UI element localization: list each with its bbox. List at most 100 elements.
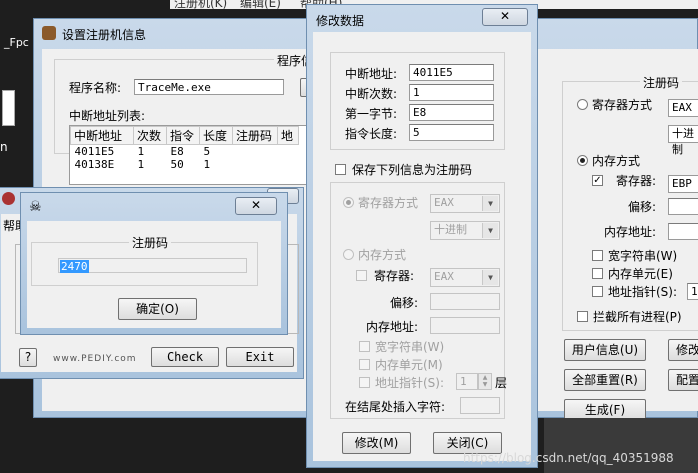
mem-addr-field[interactable] bbox=[668, 223, 698, 240]
column-header[interactable]: 指令 bbox=[166, 126, 200, 145]
cell: 1 bbox=[137, 145, 145, 158]
mem-addr-label: 内存地址: bbox=[604, 225, 657, 239]
traceme-icon bbox=[2, 192, 15, 205]
cell: 1 bbox=[203, 158, 211, 171]
instr-len-label: 指令长度: bbox=[345, 127, 398, 141]
desktop-icon-label[interactable]: _Fpc bbox=[4, 36, 29, 49]
mem-register-combo[interactable]: EBP bbox=[668, 175, 698, 193]
mem-cell-checkbox[interactable] bbox=[359, 359, 370, 370]
insert-char-field[interactable] bbox=[460, 397, 500, 414]
cell bbox=[233, 145, 278, 159]
pointer-label: 地址指针(S): bbox=[608, 285, 678, 299]
reg-code-title: 注册码 bbox=[129, 234, 172, 251]
modify-button[interactable]: 修改 bbox=[668, 339, 698, 361]
register-combo[interactable]: EAX ▼ bbox=[430, 194, 500, 213]
bg-menu-item[interactable]: 注册机(K) bbox=[174, 0, 227, 9]
column-header[interactable]: 次数 bbox=[133, 126, 167, 145]
mem-cell-label: 内存单元(M) bbox=[375, 358, 443, 372]
mem-register-combo[interactable]: EAX ▼ bbox=[430, 268, 500, 287]
reg-code-field[interactable]: 2470 bbox=[58, 258, 247, 273]
exit-button[interactable]: Exit bbox=[226, 347, 294, 367]
break-count-label: 中断次数: bbox=[345, 87, 398, 101]
break-addr-label: 中断地址: bbox=[345, 67, 398, 81]
offset-label: 偏移: bbox=[390, 296, 419, 310]
offset-field[interactable] bbox=[430, 293, 500, 310]
column-header[interactable]: 地 bbox=[277, 126, 299, 145]
program-name-field[interactable]: TraceMe.exe bbox=[134, 79, 284, 95]
wide-string-label: 宽字符串(W) bbox=[608, 249, 678, 263]
cell bbox=[233, 158, 278, 171]
reset-all-button[interactable]: 全部重置(R) bbox=[564, 369, 646, 391]
register-combo[interactable]: EAX bbox=[668, 99, 698, 117]
help-button[interactable]: ? bbox=[19, 348, 37, 367]
reg-code-group-title: 注册码 bbox=[640, 74, 683, 91]
user-info-button[interactable]: 用户信息(U) bbox=[564, 339, 646, 361]
wide-string-label: 宽字符串(W) bbox=[375, 340, 445, 354]
register-checkbox[interactable] bbox=[356, 270, 367, 281]
save-as-reg-checkbox[interactable] bbox=[335, 164, 346, 175]
window-title: 设置注册机信息 bbox=[62, 28, 147, 42]
pointer-checkbox[interactable] bbox=[592, 286, 603, 297]
break-list[interactable]: 中断地址 次数 指令 长度 注册码 地 4011E5 1 E8 5 40138E bbox=[69, 125, 316, 185]
cell: 40138E bbox=[74, 158, 115, 171]
table-row[interactable]: 4011E5 1 E8 5 bbox=[71, 145, 299, 159]
register-checkbox[interactable]: ✓ bbox=[592, 175, 603, 186]
format-combo[interactable]: 十进制 ▼ bbox=[430, 221, 500, 240]
instr-len-field[interactable]: 5 bbox=[409, 124, 494, 141]
reg-dialog-close-button[interactable]: ✕ bbox=[235, 197, 277, 215]
memory-mode-radio[interactable] bbox=[577, 155, 588, 166]
table-row[interactable]: 40138E 1 50 1 bbox=[71, 158, 299, 171]
register-checkbox-label: 寄存器: bbox=[374, 269, 415, 283]
break-list-table: 中断地址 次数 指令 长度 注册码 地 4011E5 1 E8 5 40138E bbox=[70, 126, 299, 171]
layer-label: 层 bbox=[495, 376, 508, 390]
csdn-watermark: https://blog.csdn.net/qq_40351988 bbox=[463, 451, 674, 465]
offset-field[interactable] bbox=[668, 198, 698, 215]
column-header[interactable]: 注册码 bbox=[232, 126, 278, 145]
pointer-spinner[interactable]: ▲ ▼ bbox=[478, 373, 492, 390]
pointer-field[interactable]: 1 bbox=[456, 373, 478, 390]
mem-addr-field[interactable] bbox=[430, 317, 500, 334]
modify-button[interactable]: 修改(M) bbox=[342, 432, 411, 454]
cell: 1 bbox=[137, 158, 145, 171]
register-combo-value: EAX bbox=[434, 196, 454, 209]
modify-dialog-client: 中断地址: 4011E5 中断次数: 1 第一字节: E8 指令长度: 5 保存… bbox=[313, 32, 531, 461]
modify-dialog-title: 修改数据 bbox=[316, 14, 365, 28]
register-checkbox-label: 寄存器: bbox=[616, 174, 657, 188]
column-header[interactable]: 长度 bbox=[199, 126, 233, 145]
break-count-field[interactable]: 1 bbox=[409, 84, 494, 101]
register-combo-value: EAX bbox=[672, 101, 692, 114]
pointer-checkbox[interactable] bbox=[359, 377, 370, 388]
bg-menu-item[interactable]: 编辑(E) bbox=[240, 0, 281, 9]
break-addr-field[interactable]: 4011E5 bbox=[409, 64, 494, 81]
mem-cell-checkbox[interactable] bbox=[592, 268, 603, 279]
wide-string-checkbox[interactable] bbox=[592, 250, 603, 261]
intercept-all-label: 拦截所有进程(P) bbox=[593, 310, 682, 324]
chevron-down-icon: ▼ bbox=[482, 270, 498, 285]
reg-code-dialog: ☠ ✕ 注册码 2470 确定(O) bbox=[20, 192, 288, 335]
ok-button[interactable]: 确定(O) bbox=[118, 298, 197, 320]
first-byte-field[interactable]: E8 bbox=[409, 104, 494, 121]
memory-mode-label: 内存方式 bbox=[592, 154, 641, 168]
cell: E8 bbox=[170, 145, 184, 158]
pointer-label: 地址指针(S): bbox=[375, 376, 445, 390]
mem-cell-label: 内存单元(E) bbox=[608, 267, 673, 281]
intercept-all-checkbox[interactable] bbox=[577, 311, 588, 322]
pointer-field[interactable]: 1 bbox=[687, 283, 698, 300]
column-header[interactable]: 中断地址 bbox=[70, 126, 134, 145]
register-mode-radio[interactable] bbox=[343, 197, 354, 208]
wide-string-checkbox[interactable] bbox=[359, 341, 370, 352]
modify-close-x-button[interactable]: ✕ bbox=[482, 8, 528, 26]
mem-addr-label: 内存地址: bbox=[366, 320, 419, 334]
first-byte-label: 第一字节: bbox=[345, 107, 398, 121]
register-mode-radio[interactable] bbox=[577, 99, 588, 110]
modify-data-dialog: 修改数据 ✕ 中断地址: 4011E5 中断次数: 1 第一字节: E8 指令长… bbox=[306, 4, 538, 468]
check-button[interactable]: Check bbox=[151, 347, 219, 367]
desktop-file-icon[interactable] bbox=[2, 90, 15, 126]
cell: 5 bbox=[203, 145, 211, 158]
memory-mode-radio[interactable] bbox=[343, 249, 354, 260]
pediy-site-label: www.PEDIY.com bbox=[53, 354, 137, 364]
config-button[interactable]: 配置 bbox=[668, 369, 698, 391]
format-combo[interactable]: 十进制 bbox=[668, 125, 698, 156]
program-name-label: 程序名称: bbox=[69, 81, 122, 95]
register-mode-label: 寄存器方式 bbox=[592, 98, 653, 112]
